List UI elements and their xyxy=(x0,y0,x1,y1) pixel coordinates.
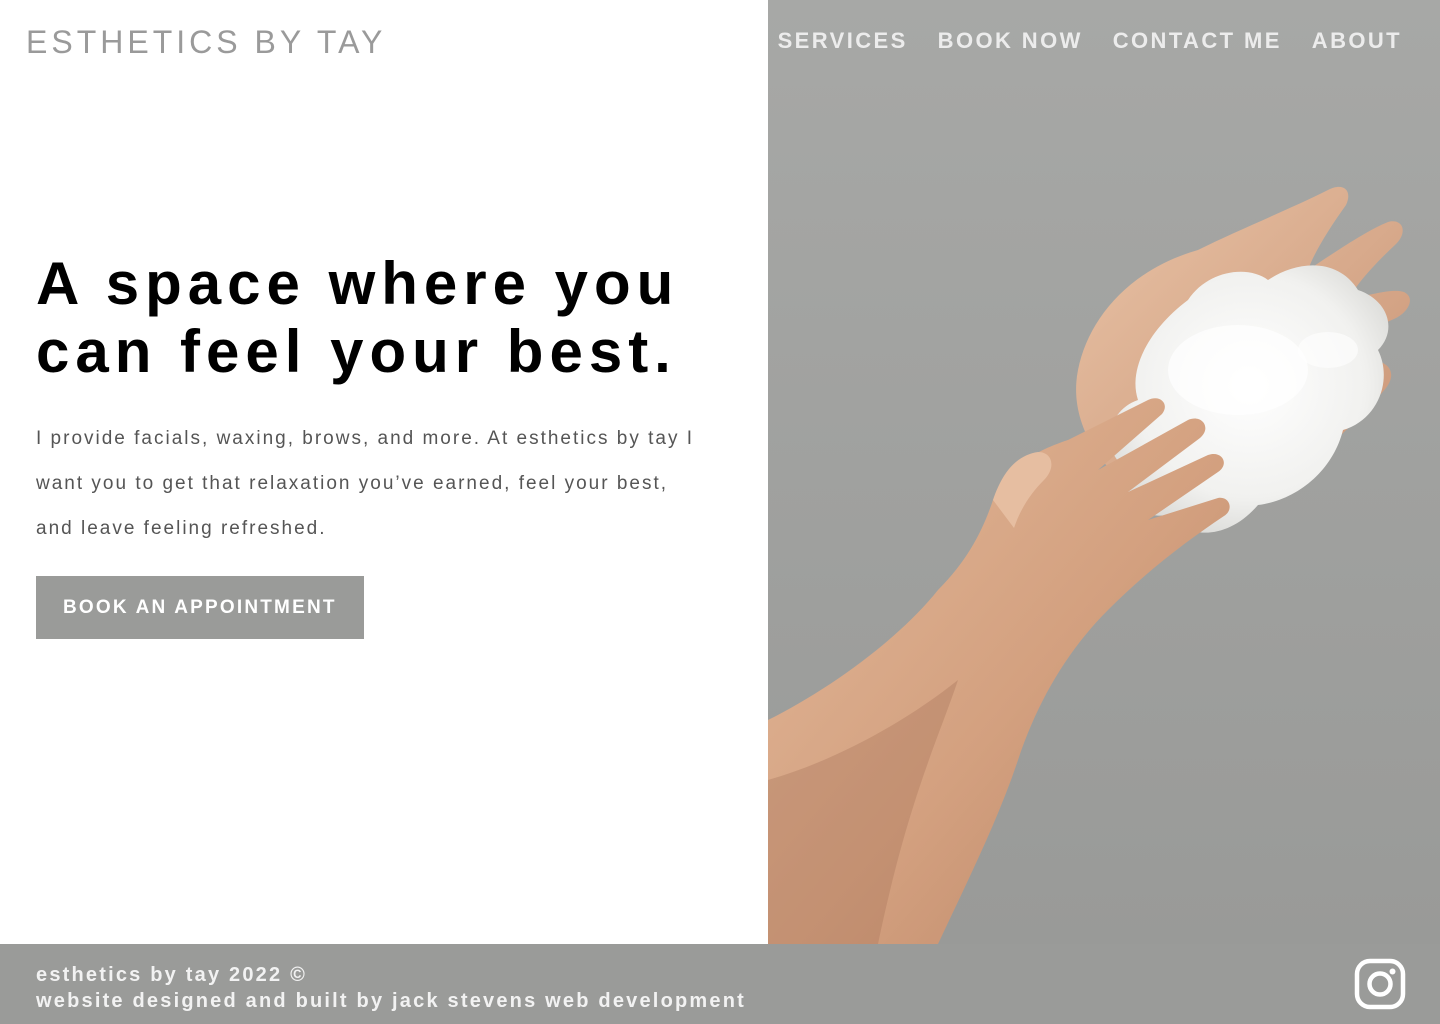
main-nav: SERVICES BOOK NOW CONTACT ME ABOUT xyxy=(778,28,1402,54)
site-footer: esthetics by tay 2022 © website designed… xyxy=(0,944,1440,1024)
hero-section: A space where you can feel your best. I … xyxy=(36,250,736,639)
hero-intro: I provide facials, waxing, brows, and mo… xyxy=(36,428,695,539)
nav-contact-me[interactable]: CONTACT ME xyxy=(1113,28,1282,54)
nav-about[interactable]: ABOUT xyxy=(1312,28,1402,54)
instagram-icon[interactable] xyxy=(1354,958,1406,1010)
footer-credit[interactable]: website designed and built by jack steve… xyxy=(36,988,746,1014)
hero-headline: A space where you can feel your best. xyxy=(36,250,680,385)
nav-services[interactable]: SERVICES xyxy=(778,28,908,54)
site-logo[interactable]: ESTHETICS BY TAY xyxy=(26,24,386,61)
page: ESTHETICS BY TAY A space where you can f… xyxy=(0,0,1440,1024)
foam-hands-illustration xyxy=(768,0,1440,944)
footer-text: esthetics by tay 2022 © website designed… xyxy=(36,962,746,1014)
book-appointment-button[interactable]: BOOK AN APPOINTMENT xyxy=(36,576,364,639)
hero-photo: SERVICES BOOK NOW CONTACT ME ABOUT xyxy=(768,0,1440,944)
nav-book-now[interactable]: BOOK NOW xyxy=(938,28,1083,54)
footer-copyright: esthetics by tay 2022 © xyxy=(36,964,308,986)
